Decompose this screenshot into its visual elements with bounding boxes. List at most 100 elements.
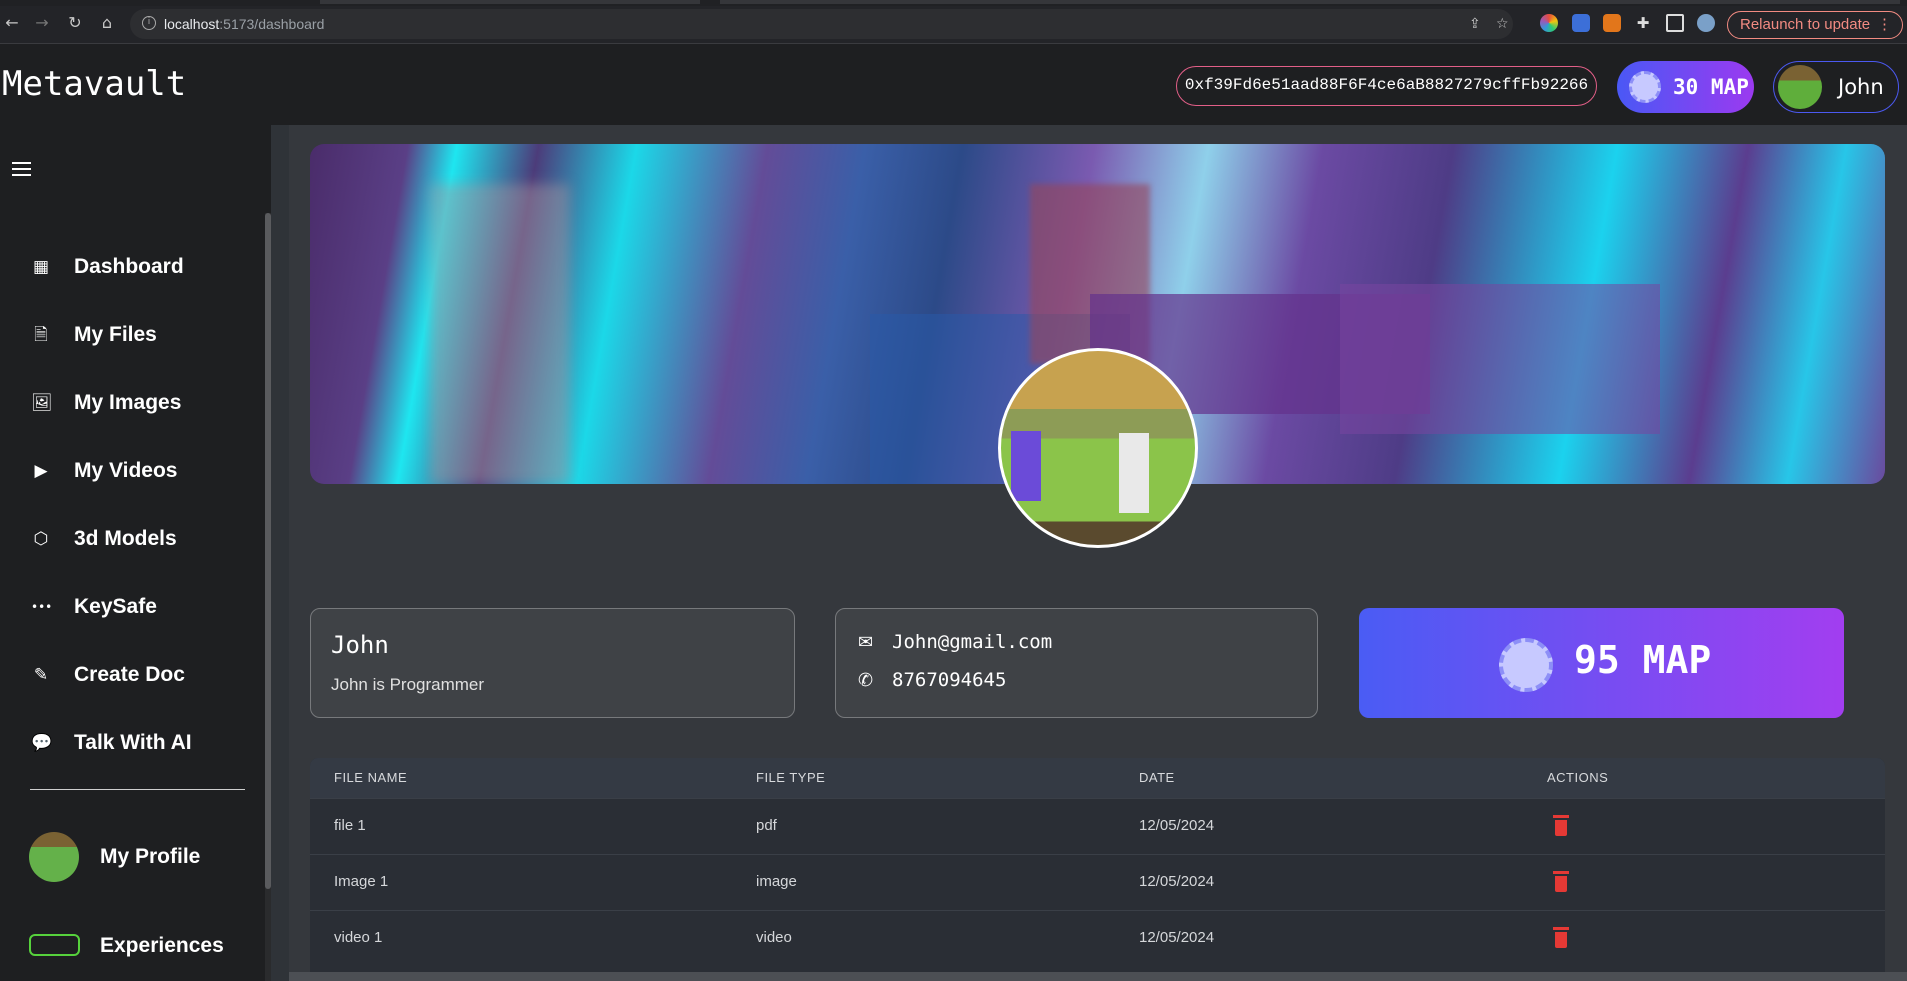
- sidebar-item-label: My Profile: [100, 845, 201, 868]
- metamask-fox-icon[interactable]: [1603, 14, 1621, 32]
- password-icon: •••: [31, 600, 53, 614]
- horizontal-scrollbar[interactable]: [289, 972, 1907, 981]
- profile-bio: John is Programmer: [331, 675, 485, 694]
- sidebar-item-my-files[interactable]: 🗎 My Files: [29, 315, 249, 355]
- sidebar-item-label: My Images: [74, 391, 182, 414]
- cell-file-name: Image 1: [334, 873, 389, 890]
- phone-icon: ✆: [858, 670, 874, 691]
- column-header-date[interactable]: DATE: [1139, 770, 1175, 785]
- sidebar-scrollbar-thumb[interactable]: [265, 213, 271, 889]
- profile-contact-card: ✉ John@gmail.com ✆ 8767094645: [835, 608, 1318, 718]
- dashboard-icon: ▦: [32, 257, 50, 277]
- sidebar-item-label: My Files: [74, 323, 157, 346]
- sidebar-item-label: Dashboard: [74, 255, 184, 278]
- cube-icon: ⬡: [33, 529, 49, 549]
- url-text: localhost:5173/dashboard: [164, 16, 324, 32]
- map-balance-label: 30 MAP: [1673, 75, 1749, 99]
- reload-icon[interactable]: ↻: [66, 14, 84, 32]
- file-icon: 🗎: [34, 325, 48, 345]
- extension-color-icon[interactable]: [1540, 14, 1558, 32]
- cell-file-type: video: [756, 929, 792, 946]
- profile-name-card: John John is Programmer: [310, 608, 795, 718]
- avatar: [1778, 65, 1822, 109]
- email-row: ✉ John@gmail.com: [858, 631, 1052, 653]
- side-panel-icon[interactable]: [1666, 14, 1684, 32]
- address-bar[interactable]: i localhost:5173/dashboard ⇪ ☆: [130, 9, 1513, 39]
- app-header: Metavault 0xf39Fd6e51aad88F6F4ce6aB88272…: [0, 44, 1907, 125]
- cell-file-name: file 1: [334, 817, 366, 834]
- wallet-address-chip[interactable]: 0xf39Fd6e51aad88F6F4ce6aB8827279cffFb922…: [1176, 66, 1597, 106]
- home-icon[interactable]: ⌂: [98, 14, 116, 32]
- table-row[interactable]: file 1 pdf 12/05/2024: [310, 798, 1885, 854]
- profile-email: John@gmail.com: [892, 631, 1053, 653]
- chat-icon: 💬: [31, 733, 53, 753]
- delete-icon[interactable]: [1552, 927, 1570, 949]
- sidebar-item-talk-with-ai[interactable]: 💬 Talk With AI: [29, 723, 249, 763]
- profile-name: John: [331, 631, 389, 659]
- sidebar-item-create-doc[interactable]: ✎ Create Doc: [29, 655, 249, 695]
- star-icon[interactable]: ☆: [1496, 16, 1509, 32]
- browser-menu-icon[interactable]: ⋮: [1877, 12, 1892, 38]
- vr-headset-icon: [29, 934, 80, 956]
- cell-file-name: video 1: [334, 929, 383, 946]
- info-icon[interactable]: i: [142, 16, 156, 30]
- image-icon: 🖼: [31, 393, 53, 413]
- map-balance-chip[interactable]: 30 MAP: [1617, 61, 1754, 113]
- sidebar-item-my-profile[interactable]: My Profile: [29, 832, 249, 882]
- cell-date: 12/05/2024: [1139, 873, 1215, 890]
- cell-file-type: pdf: [756, 817, 777, 834]
- files-table: FILE NAME FILE TYPE DATE ACTIONS file 1 …: [310, 758, 1885, 981]
- column-header-file-type[interactable]: FILE TYPE: [756, 770, 825, 785]
- url-host: localhost: [164, 16, 220, 32]
- sidebar-item-label: Talk With AI: [74, 731, 192, 754]
- sidebar-item-keysafe[interactable]: ••• KeySafe: [29, 587, 249, 627]
- sidebar-item-label: Create Doc: [74, 663, 185, 686]
- sidebar-item-label: My Videos: [74, 459, 178, 482]
- relaunch-label: Relaunch to update: [1740, 16, 1871, 33]
- map-balance-card: 95 MAP: [1359, 608, 1844, 718]
- column-header-file-name[interactable]: FILE NAME: [334, 770, 407, 785]
- extension-translate-icon[interactable]: [1572, 14, 1590, 32]
- column-header-actions: ACTIONS: [1547, 770, 1609, 785]
- tab-strip: [0, 0, 1907, 6]
- extensions-puzzle-icon[interactable]: ✚: [1634, 14, 1652, 32]
- delete-icon[interactable]: [1552, 871, 1570, 893]
- sidebar-item-3d-models[interactable]: ⬡ 3d Models: [29, 519, 249, 559]
- app-logo[interactable]: Metavault: [2, 64, 186, 104]
- profile-phone: 8767094645: [892, 669, 1007, 691]
- sidebar-item-experiences[interactable]: Experiences: [29, 928, 249, 964]
- mail-icon: ✉: [858, 632, 874, 653]
- browser-toolbar: ← → ↻ ⌂ i localhost:5173/dashboard ⇪ ☆ ✚…: [0, 0, 1907, 44]
- sidebar-item-label: 3d Models: [74, 527, 177, 550]
- video-icon: ▶: [34, 461, 48, 481]
- url-path: :5173/dashboard: [219, 16, 325, 32]
- map-token-icon: [1499, 638, 1553, 692]
- cell-file-type: image: [756, 873, 797, 890]
- table-row[interactable]: video 1 video 12/05/2024: [310, 910, 1885, 966]
- relaunch-button[interactable]: Relaunch to update ⋮: [1727, 11, 1903, 39]
- doc-edit-icon: ✎: [33, 665, 49, 685]
- menu-icon[interactable]: [12, 162, 31, 176]
- sidebar-divider: [30, 789, 245, 790]
- sidebar-item-dashboard[interactable]: ▦ Dashboard: [29, 247, 249, 287]
- phone-row: ✆ 8767094645: [858, 669, 1006, 691]
- share-icon[interactable]: ⇪: [1469, 16, 1481, 32]
- forward-arrow-icon[interactable]: →: [33, 14, 51, 32]
- table-row[interactable]: Image 1 image 12/05/2024: [310, 854, 1885, 910]
- sidebar-item-label: KeySafe: [74, 595, 157, 618]
- back-arrow-icon[interactable]: ←: [3, 14, 21, 32]
- cell-date: 12/05/2024: [1139, 817, 1215, 834]
- sidebar-item-label: Experiences: [100, 934, 224, 957]
- table-header: FILE NAME FILE TYPE DATE ACTIONS: [310, 758, 1885, 798]
- map-token-icon: [1629, 71, 1661, 103]
- user-name: John: [1838, 75, 1884, 99]
- map-balance-value: 95 MAP: [1574, 638, 1712, 682]
- profile-avatar[interactable]: [998, 348, 1198, 548]
- delete-icon[interactable]: [1552, 815, 1570, 837]
- sidebar-item-my-images[interactable]: 🖼 My Images: [29, 383, 249, 423]
- browser-profile-avatar[interactable]: [1697, 14, 1715, 32]
- user-menu-chip[interactable]: John: [1773, 61, 1899, 113]
- cell-date: 12/05/2024: [1139, 929, 1215, 946]
- avatar: [29, 832, 79, 882]
- sidebar-item-my-videos[interactable]: ▶ My Videos: [29, 451, 249, 491]
